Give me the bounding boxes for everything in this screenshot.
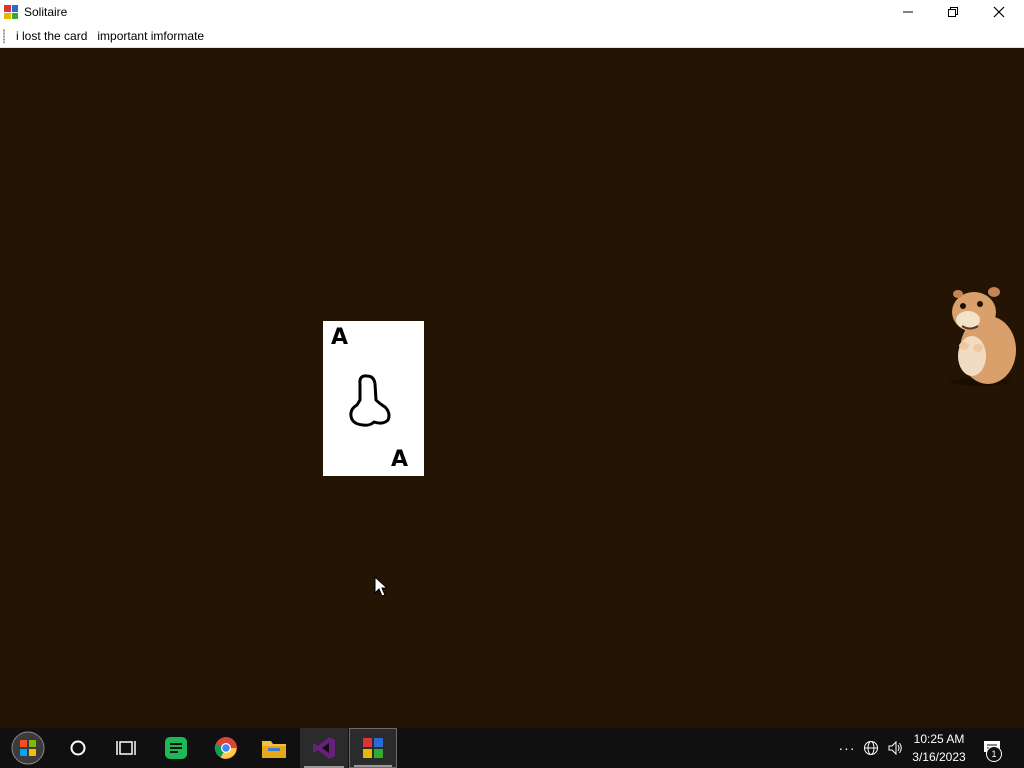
start-icon bbox=[11, 731, 45, 765]
volume-icon bbox=[888, 740, 902, 756]
taskbar-clock[interactable]: 10:25 AM 3/16/2023 bbox=[904, 730, 974, 766]
taskbar-file-explorer[interactable] bbox=[250, 728, 298, 768]
menu-item-lost-card[interactable]: i lost the card bbox=[11, 29, 92, 43]
menu-bar: i lost the card important imformate bbox=[0, 24, 1024, 48]
chrome-icon bbox=[214, 737, 237, 759]
notification-count-badge: 1 bbox=[986, 746, 1002, 762]
solitaire-taskbar-icon bbox=[363, 738, 383, 758]
card-suit-drawing-icon bbox=[349, 374, 391, 427]
window-title: Solitaire bbox=[24, 5, 68, 19]
restore-icon bbox=[948, 7, 958, 17]
window-title-bar[interactable]: Solitaire bbox=[0, 0, 1024, 24]
file-explorer-icon bbox=[262, 741, 286, 758]
close-button[interactable] bbox=[976, 0, 1022, 24]
taskbar-notes-app[interactable] bbox=[152, 728, 200, 768]
hamster-mascot-icon bbox=[950, 287, 1016, 386]
solitaire-app-icon[interactable] bbox=[4, 5, 18, 19]
restore-button[interactable] bbox=[930, 0, 976, 24]
clock-date: 3/16/2023 bbox=[912, 750, 966, 764]
network-button[interactable] bbox=[860, 728, 882, 768]
clock-time: 10:25 AM bbox=[913, 732, 965, 746]
network-globe-icon bbox=[864, 741, 878, 755]
show-hidden-icons-button[interactable]: ··· bbox=[836, 728, 858, 768]
notes-app-icon bbox=[165, 737, 187, 759]
more-icon: ··· bbox=[838, 740, 856, 756]
cortana-icon bbox=[70, 740, 86, 756]
playing-card[interactable]: A A bbox=[323, 321, 424, 476]
menu-grip-handle[interactable] bbox=[3, 28, 5, 43]
card-rank-bottom: A bbox=[391, 447, 409, 472]
taskbar-visual-studio[interactable] bbox=[300, 728, 348, 768]
game-table[interactable]: A A bbox=[0, 48, 1024, 728]
start-button[interactable] bbox=[4, 728, 52, 768]
minimize-icon bbox=[903, 11, 913, 13]
menu-item-important-info[interactable]: important imformate bbox=[92, 29, 209, 43]
visual-studio-icon bbox=[313, 737, 335, 759]
minimize-button[interactable] bbox=[885, 0, 931, 24]
taskbar-solitaire[interactable] bbox=[349, 728, 397, 768]
mouse-cursor-icon bbox=[374, 576, 388, 597]
close-icon bbox=[993, 6, 1005, 18]
task-view-button[interactable] bbox=[102, 728, 150, 768]
taskbar: ··· 10:25 AM 3/16/2023 1 bbox=[0, 728, 1024, 768]
action-center-button[interactable]: 1 bbox=[980, 728, 1004, 768]
taskbar-chrome[interactable] bbox=[202, 728, 250, 768]
volume-button[interactable] bbox=[884, 728, 906, 768]
cortana-button[interactable] bbox=[54, 728, 102, 768]
task-view-icon bbox=[116, 741, 136, 755]
